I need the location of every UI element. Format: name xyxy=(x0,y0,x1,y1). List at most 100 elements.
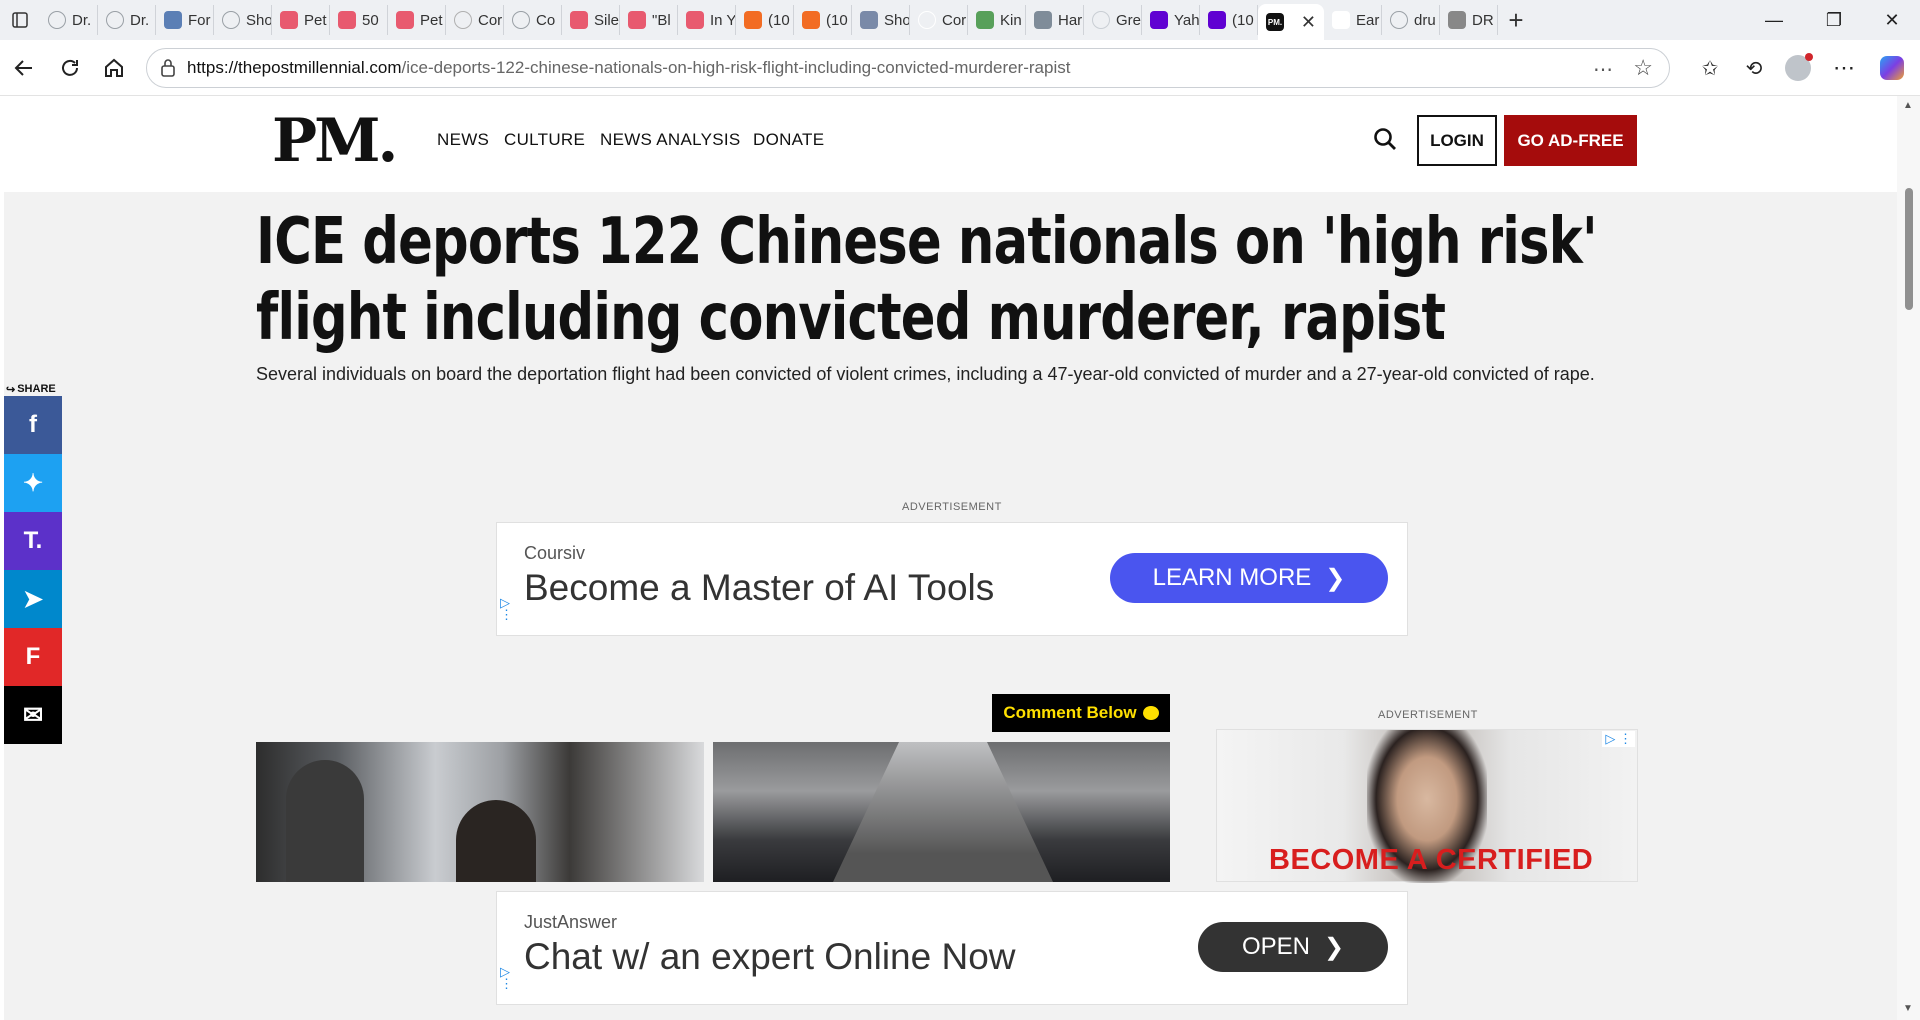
share-email-button[interactable]: ✉ xyxy=(4,686,62,744)
scroll-up-icon[interactable]: ▲ xyxy=(1903,100,1913,111)
settings-menu-button[interactable]: ⋯ xyxy=(1826,50,1862,86)
scroll-down-icon[interactable]: ▼ xyxy=(1903,1003,1913,1014)
profile-button[interactable] xyxy=(1780,50,1816,86)
tab-13[interactable]: (10 xyxy=(794,5,852,35)
ad-banner-bottom[interactable]: JustAnswer Chat w/ an expert Online Now … xyxy=(496,891,1408,1005)
tab-101[interactable]: dru xyxy=(1382,5,1440,35)
refresh-icon xyxy=(62,59,78,76)
tab-5[interactable]: 50 xyxy=(330,5,388,35)
g-letter-favicon-icon xyxy=(1092,11,1110,29)
new-tab-button[interactable]: + xyxy=(1498,5,1534,36)
go-ad-free-button[interactable]: GO AD-FREE xyxy=(1504,115,1637,166)
tab-6[interactable]: Pet xyxy=(388,5,446,35)
share-twitter-button[interactable]: ✦ xyxy=(4,454,62,512)
tab-18[interactable]: Gre xyxy=(1084,5,1142,35)
tab-15[interactable]: Cor xyxy=(910,5,968,35)
email-icon: ✉ xyxy=(22,701,44,729)
tab-label: Pet xyxy=(304,11,327,29)
close-tab-icon[interactable]: ✕ xyxy=(1301,12,1324,33)
restore-button[interactable]: ❐ xyxy=(1806,0,1862,40)
tab-0[interactable]: Dr. xyxy=(40,5,98,35)
back-button[interactable] xyxy=(6,50,42,86)
pm-favicon-icon: PM. xyxy=(1266,13,1284,31)
share-telegram-button[interactable]: ➤ xyxy=(4,570,62,628)
youtube-favicon-icon xyxy=(338,11,356,29)
notification-dot xyxy=(1805,53,1813,61)
ad-side-image[interactable]: BECOME A CERTIFIED ▷ ⋮ xyxy=(1216,729,1638,883)
nav-culture[interactable]: CULTURE xyxy=(504,130,585,150)
telegram-icon: ➤ xyxy=(22,585,44,613)
page-scrollbar[interactable]: ▲ ▼ xyxy=(1897,96,1920,1020)
article-photo-passengers[interactable] xyxy=(256,742,704,882)
adchoices-icon[interactable]: ▷ ⋮ xyxy=(500,596,513,621)
photo-person-shape xyxy=(456,800,536,882)
scrollbar-thumb[interactable] xyxy=(1905,188,1913,310)
back-arrow-icon xyxy=(14,60,32,76)
tab-label: Pet xyxy=(420,11,443,29)
tab-label: Dr. xyxy=(72,11,92,29)
adchoices-icon[interactable]: ▷ ⋮ xyxy=(1602,731,1635,747)
tab-9[interactable]: Sile xyxy=(562,5,620,35)
avatar xyxy=(1785,53,1813,81)
tab-20[interactable]: (10 xyxy=(1200,5,1258,35)
ad-brand: Coursiv xyxy=(524,543,586,563)
close-window-button[interactable]: ✕ xyxy=(1864,0,1920,40)
url-path: /ice-deports-122-chinese-nationals-on-hi… xyxy=(401,58,1071,77)
tab-19[interactable]: Yah xyxy=(1142,5,1200,35)
tab-14[interactable]: Sho xyxy=(852,5,910,35)
nav-news[interactable]: NEWS xyxy=(437,130,489,150)
refresh-button[interactable] xyxy=(52,50,88,86)
favorites-button[interactable]: ✩ xyxy=(1692,50,1728,86)
share-flipboard-button[interactable]: F xyxy=(4,628,62,686)
tab-7[interactable]: Cor xyxy=(446,5,504,35)
nav-news-analysis[interactable]: NEWS ANALYSIS xyxy=(600,130,741,150)
tab-8[interactable]: Co xyxy=(504,5,562,35)
share-arrow-icon: ↪ xyxy=(6,383,16,396)
substack-favicon-icon xyxy=(802,11,820,29)
tab-1[interactable]: Dr. xyxy=(98,5,156,35)
tab-3[interactable]: Sho xyxy=(214,5,272,35)
site-info-icon[interactable] xyxy=(159,58,177,83)
home-button[interactable] xyxy=(96,50,132,86)
share-facebook-button[interactable]: f xyxy=(4,396,62,454)
tab-label: Co xyxy=(536,11,556,29)
ad-open-button[interactable]: OPEN ❯ xyxy=(1198,922,1388,972)
tab-12[interactable]: (10 xyxy=(736,5,794,35)
favorite-star-icon[interactable]: ☆ xyxy=(1633,55,1653,81)
reading-mode-icon[interactable]: ⋯ xyxy=(1593,57,1613,82)
speech-bubble-icon xyxy=(1142,706,1159,720)
youtube-favicon-icon xyxy=(280,11,298,29)
search-button[interactable] xyxy=(1372,126,1402,156)
minimize-button[interactable]: — xyxy=(1746,0,1802,40)
copilot-button[interactable] xyxy=(1874,50,1910,86)
comment-below-button[interactable]: Comment Below xyxy=(992,694,1170,732)
nav-donate[interactable]: DONATE xyxy=(753,130,824,150)
url-field[interactable]: https://thepostmillennial.com/ice-deport… xyxy=(146,48,1670,88)
tab-actions-button[interactable] xyxy=(0,0,40,40)
tab-label: In Y xyxy=(710,11,736,29)
tab-label: (10 xyxy=(826,11,848,29)
tab-16[interactable]: Kin xyxy=(968,5,1026,35)
tab-label: Dr. xyxy=(130,11,150,29)
tab-2[interactable]: For xyxy=(156,5,214,35)
adchoices-icon[interactable]: ▷ ⋮ xyxy=(500,965,513,990)
tab-10[interactable]: "Bl xyxy=(620,5,678,35)
flipboard-icon: F xyxy=(25,643,41,670)
tab-strip: Dr. Dr. For Sho Pet 50 Pet Cor Co Sile "Bl In Y (10 (… xyxy=(0,0,1920,40)
tab-4[interactable]: Pet xyxy=(272,5,330,35)
share-truth-social-button[interactable]: T. xyxy=(4,512,62,570)
ad-banner-top[interactable]: Coursiv Become a Master of AI Tools LEAR… xyxy=(496,522,1408,636)
seal-favicon-icon xyxy=(454,11,472,29)
tab-active[interactable]: PM. ✕ xyxy=(1258,4,1324,40)
history-button[interactable]: ⟲ xyxy=(1736,50,1772,86)
login-button[interactable]: LOGIN xyxy=(1417,115,1497,166)
tab-label: Cor xyxy=(942,11,967,29)
copilot-icon xyxy=(1880,56,1904,80)
ad-learn-more-button[interactable]: LEARN MORE ❯ xyxy=(1110,553,1388,603)
site-logo[interactable]: PM. xyxy=(272,106,398,176)
article-photo-cabin[interactable] xyxy=(713,742,1170,882)
tab-11[interactable]: In Y xyxy=(678,5,736,35)
tab-102[interactable]: DR xyxy=(1440,5,1498,35)
tab-17[interactable]: Har xyxy=(1026,5,1084,35)
tab-100[interactable]: Ear xyxy=(1324,5,1382,35)
